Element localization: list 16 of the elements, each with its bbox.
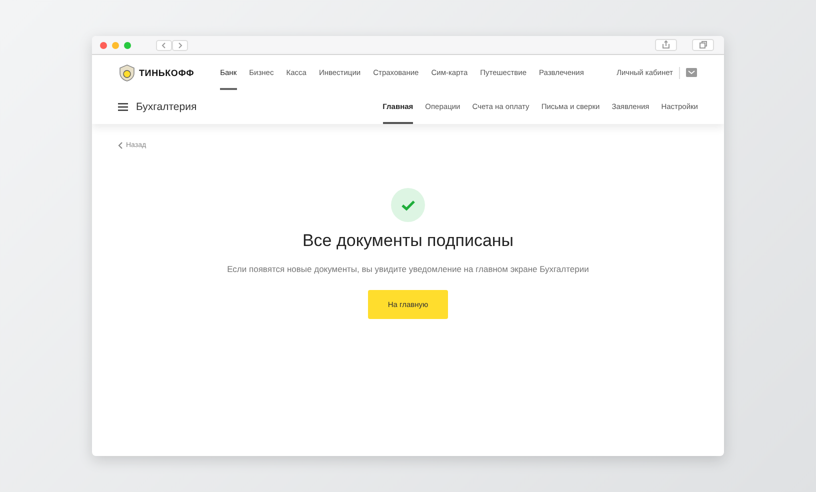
close-icon[interactable] <box>100 42 107 48</box>
logo-icon[interactable] <box>118 64 136 82</box>
minimize-icon[interactable] <box>112 42 119 48</box>
forward-icon[interactable] <box>172 40 188 50</box>
brand-name: ТИНЬКОФФ <box>139 68 194 78</box>
result-message: Если появятся новые документы, вы увидите уведомление на главном экране Бухгалтерии <box>227 264 589 274</box>
section-title: Бухгалтерия <box>136 101 197 113</box>
check-icon <box>391 188 425 222</box>
maximize-icon[interactable] <box>124 42 131 48</box>
tabs-icon[interactable] <box>692 39 714 51</box>
mail-icon[interactable] <box>686 68 697 77</box>
result-title: Все документы подписаны <box>302 231 514 251</box>
back-icon[interactable] <box>156 40 172 50</box>
menu-icon[interactable] <box>118 103 128 111</box>
share-icon[interactable] <box>655 39 677 51</box>
chevron-left-icon <box>118 142 123 149</box>
